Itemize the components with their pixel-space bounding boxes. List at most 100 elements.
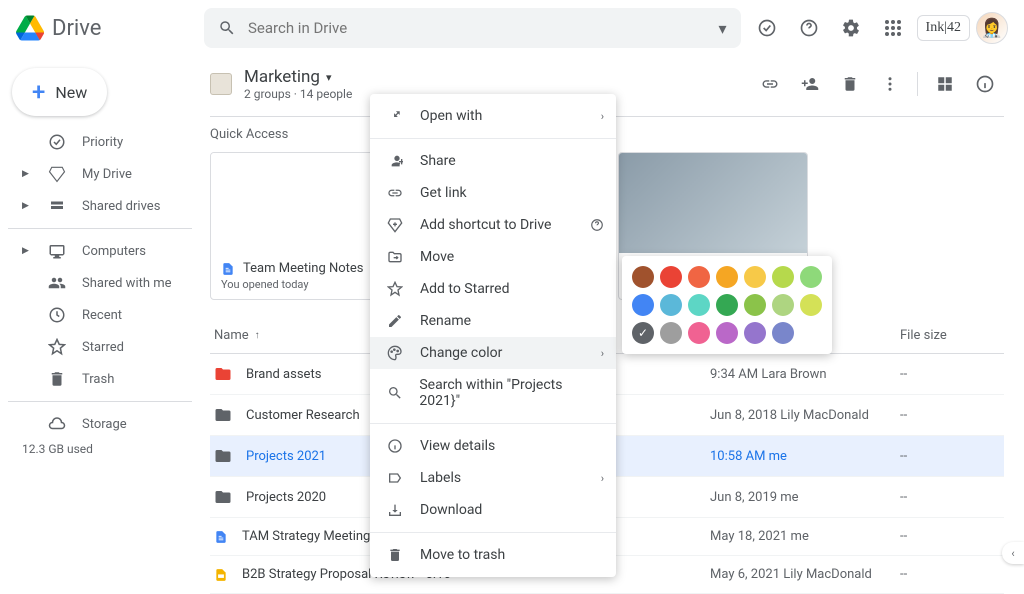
- priority-icon: [48, 133, 66, 151]
- color-palette: ✓: [622, 256, 832, 354]
- info-icon: [386, 438, 404, 454]
- color-swatch[interactable]: [744, 266, 766, 288]
- menu-download[interactable]: Download: [370, 494, 616, 526]
- menu-search[interactable]: Search within "Projects 2021}": [370, 369, 616, 417]
- rename-icon: [386, 313, 404, 329]
- color-swatch[interactable]: [660, 294, 682, 316]
- context-menu: Open with › Share Get link Add shortcut …: [370, 94, 616, 577]
- sidebar-item-computers[interactable]: ▶ Computers: [8, 235, 192, 267]
- color-swatch[interactable]: [632, 266, 654, 288]
- sidebar-item-storage[interactable]: Storage: [8, 408, 192, 440]
- color-swatch[interactable]: [772, 322, 794, 344]
- menu-label: Open with: [420, 108, 482, 124]
- row-name: Projects 2021: [246, 449, 326, 464]
- color-swatch[interactable]: [800, 294, 822, 316]
- sidebar-label: Shared with me: [82, 276, 172, 291]
- row-size: --: [900, 449, 1000, 464]
- breadcrumb-name[interactable]: Marketing ▾: [244, 67, 352, 87]
- color-swatch[interactable]: [772, 266, 794, 288]
- search-icon: [218, 19, 236, 37]
- search-input[interactable]: [248, 19, 707, 37]
- shortcut-icon: [386, 217, 404, 233]
- color-swatch[interactable]: [688, 294, 710, 316]
- row-size: --: [900, 367, 1000, 382]
- menu-link[interactable]: Get link: [370, 177, 616, 209]
- chevron-right-icon: ›: [601, 347, 604, 360]
- color-swatch[interactable]: [632, 294, 654, 316]
- menu-label[interactable]: Labels ›: [370, 462, 616, 494]
- column-size[interactable]: File size: [900, 328, 1000, 343]
- row-size: --: [900, 567, 1000, 582]
- menu-label: Move to trash: [420, 547, 505, 563]
- color-swatch[interactable]: [716, 322, 738, 344]
- share-icon: [386, 153, 404, 169]
- settings-icon[interactable]: [833, 10, 869, 46]
- folder-icon: [214, 447, 232, 465]
- trash-button[interactable]: [831, 66, 869, 102]
- row-modified: 9:34 AM Lara Brown: [710, 367, 900, 382]
- get-link-button[interactable]: [751, 66, 789, 102]
- mydrive-icon: [48, 165, 66, 183]
- slides-icon: [214, 568, 228, 582]
- download-icon: [386, 502, 404, 518]
- menu-rename[interactable]: Rename: [370, 305, 616, 337]
- sidebar-item-mydrive[interactable]: ▶ My Drive: [8, 158, 192, 190]
- menu-trash[interactable]: Move to trash: [370, 539, 616, 571]
- menu-open[interactable]: Open with ›: [370, 100, 616, 132]
- search-bar[interactable]: ▾: [204, 8, 741, 48]
- search-icon: [386, 385, 403, 401]
- trash-icon: [48, 370, 66, 388]
- color-swatch[interactable]: [660, 322, 682, 344]
- menu-share[interactable]: Share: [370, 145, 616, 177]
- sidebar-label: Recent: [82, 308, 122, 323]
- color-swatch[interactable]: [716, 294, 738, 316]
- menu-move[interactable]: Move: [370, 241, 616, 273]
- color-swatch[interactable]: [744, 294, 766, 316]
- color-swatch[interactable]: [800, 266, 822, 288]
- drive-logo[interactable]: Drive: [16, 14, 196, 42]
- sidebar-label: My Drive: [82, 167, 132, 182]
- info-button[interactable]: [966, 66, 1004, 102]
- color-swatch[interactable]: [688, 266, 710, 288]
- starred-icon: [48, 338, 66, 356]
- sidebar-item-shared-drives[interactable]: ▶ Shared drives: [8, 190, 192, 222]
- menu-info[interactable]: View details: [370, 430, 616, 462]
- color-swatch[interactable]: [660, 266, 682, 288]
- sidebar-item-trash[interactable]: Trash: [8, 363, 192, 395]
- folder-icon: [214, 406, 232, 424]
- menu-star[interactable]: Add to Starred: [370, 273, 616, 305]
- menu-palette[interactable]: Change color ›: [370, 337, 616, 369]
- shared-drives-icon: [48, 197, 66, 215]
- chevron-right-icon: ›: [601, 472, 604, 485]
- label-icon: [386, 470, 404, 486]
- color-swatch[interactable]: [688, 322, 710, 344]
- row-modified: May 6, 2021 Lily MacDonald: [710, 567, 900, 582]
- grid-view-button[interactable]: [926, 66, 964, 102]
- menu-label: Get link: [420, 185, 467, 201]
- sidebar-item-shared-me[interactable]: Shared with me: [8, 267, 192, 299]
- color-swatch[interactable]: ✓: [632, 322, 654, 344]
- computers-icon: [48, 242, 66, 260]
- ready-offline-icon[interactable]: [749, 10, 785, 46]
- app-name: Drive: [52, 16, 101, 41]
- side-panel-toggle[interactable]: ‹: [1002, 542, 1024, 564]
- help-icon[interactable]: [791, 10, 827, 46]
- search-options-icon[interactable]: ▾: [719, 19, 727, 38]
- more-button[interactable]: [871, 66, 909, 102]
- sidebar-label: Shared drives: [82, 199, 160, 214]
- add-person-button[interactable]: [791, 66, 829, 102]
- color-swatch[interactable]: [716, 266, 738, 288]
- shared-drive-icon: [210, 73, 232, 95]
- color-swatch[interactable]: [744, 322, 766, 344]
- row-name: Projects 2020: [246, 490, 326, 505]
- account-avatar[interactable]: 👩‍⚕️: [976, 12, 1008, 44]
- recent-icon: [48, 306, 66, 324]
- workspace-badge[interactable]: Ink|42: [917, 15, 970, 41]
- sidebar-item-recent[interactable]: Recent: [8, 299, 192, 331]
- sidebar-item-starred[interactable]: Starred: [8, 331, 192, 363]
- menu-shortcut[interactable]: Add shortcut to Drive: [370, 209, 616, 241]
- color-swatch[interactable]: [772, 294, 794, 316]
- sidebar-item-priority[interactable]: Priority: [8, 126, 192, 158]
- apps-icon[interactable]: [875, 10, 911, 46]
- new-button[interactable]: + New: [12, 68, 107, 116]
